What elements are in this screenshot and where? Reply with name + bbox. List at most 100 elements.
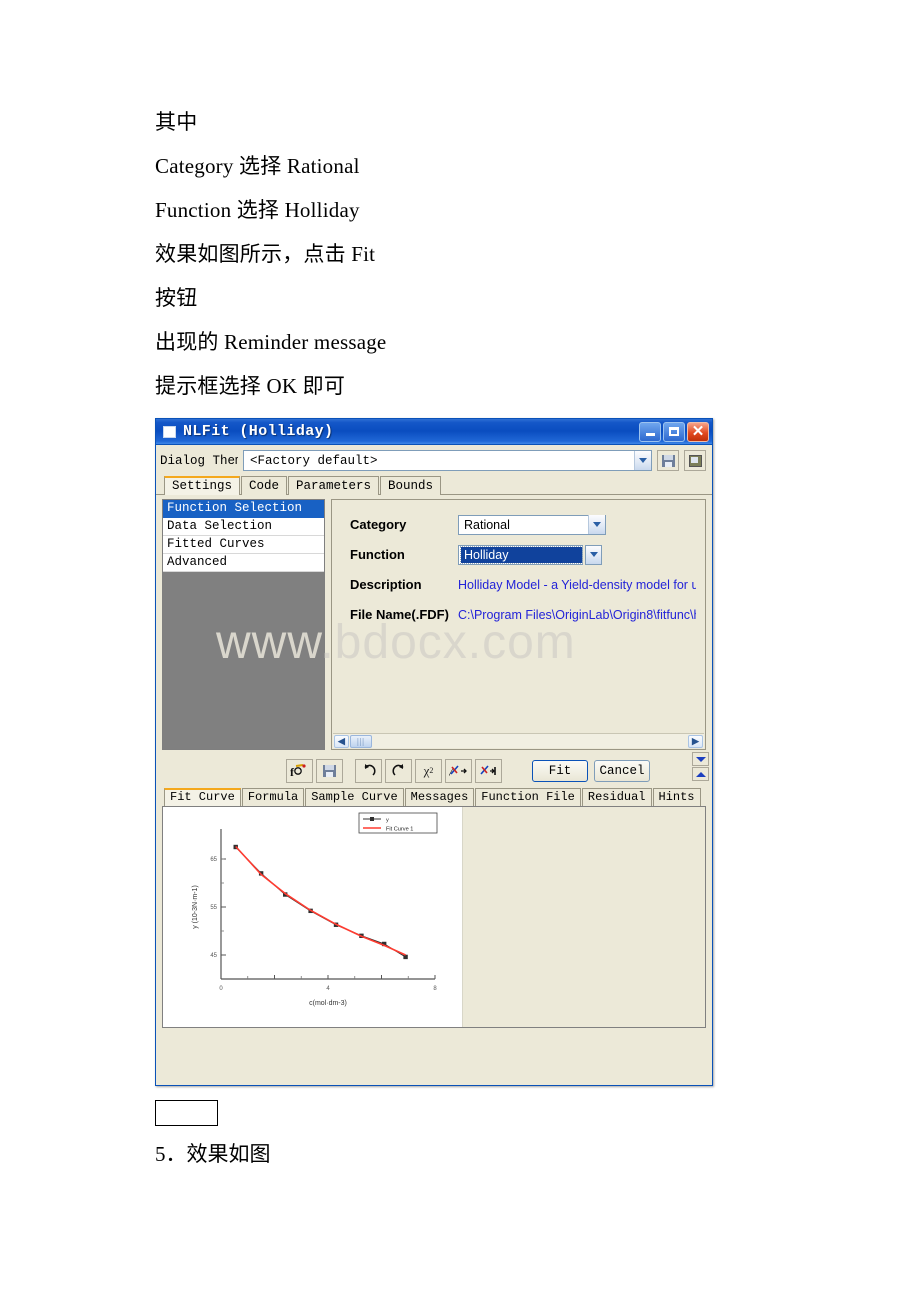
- filename-label: File Name(.FDF): [350, 607, 449, 622]
- tab-bounds[interactable]: Bounds: [380, 476, 442, 495]
- save-theme-as-button[interactable]: [684, 450, 706, 471]
- form-horizontal-scrollbar[interactable]: ◀ ||| ▶: [333, 733, 704, 748]
- undo-icon[interactable]: [355, 758, 382, 783]
- fit-tools-group: χ2 /: [355, 758, 502, 783]
- cancel-button[interactable]: Cancel: [594, 759, 650, 782]
- spinner-up-icon: [695, 771, 706, 777]
- tab-function-file[interactable]: Function File: [475, 788, 581, 806]
- one-iteration-icon[interactable]: /: [445, 758, 472, 783]
- chi-square-icon[interactable]: χ2: [415, 758, 442, 783]
- svg-text:4: 4: [326, 986, 330, 992]
- doc-line: Category 选择 Rational: [155, 154, 360, 178]
- tree-item-function-selection[interactable]: Function Selection: [163, 500, 324, 518]
- svg-text:Fit Curve 1: Fit Curve 1: [386, 826, 413, 832]
- tab-hints[interactable]: Hints: [652, 788, 701, 806]
- dialog-theme-combo[interactable]: <Factory default>: [243, 450, 652, 471]
- window-controls: ✕: [639, 421, 709, 442]
- save-icon: [661, 454, 675, 467]
- chevron-down-icon[interactable]: [588, 515, 605, 534]
- save-as-icon: [688, 454, 702, 467]
- doc-line: 效果如图所示，点击 Fit: [155, 242, 376, 266]
- filename-value: C:\Program Files\OriginLab\Origin8\fitfu…: [458, 607, 696, 622]
- chevron-right-icon[interactable]: ▶: [688, 734, 703, 748]
- panel-spinner-buttons: [692, 752, 709, 781]
- minimize-icon: [645, 433, 655, 436]
- nlfit-dialog-window: NLFit (Holliday) ✕ Dialog Theme <Factory…: [155, 418, 713, 1086]
- tab-sample-curve[interactable]: Sample Curve: [305, 788, 404, 806]
- scrollbar-thumb[interactable]: |||: [350, 734, 372, 748]
- svg-text:y: y: [386, 817, 389, 823]
- redo-icon[interactable]: [385, 758, 412, 783]
- close-button[interactable]: ✕: [687, 421, 709, 442]
- filename-row: File Name(.FDF) C:\Program Files\OriginL…: [350, 604, 705, 625]
- scrollbar-track[interactable]: [372, 735, 687, 748]
- svg-text:45: 45: [210, 953, 217, 959]
- tree-item-data-selection[interactable]: Data Selection: [163, 518, 324, 536]
- doc-line: 按钮: [155, 286, 198, 310]
- category-select[interactable]: Rational: [458, 514, 606, 535]
- description-label: Description: [350, 577, 422, 592]
- chevron-down-icon[interactable]: [585, 544, 602, 565]
- fit-until-converged-icon[interactable]: [475, 758, 502, 783]
- close-icon: ✕: [691, 422, 705, 440]
- maximize-icon: [669, 427, 679, 436]
- svg-text:55: 55: [210, 905, 217, 911]
- tab-code[interactable]: Code: [241, 476, 288, 495]
- category-row: Category Rational: [350, 514, 705, 535]
- description-value: Holliday Model - a Yield-density model f…: [458, 577, 696, 592]
- spinner-down-button[interactable]: [692, 752, 709, 766]
- function-selection-form: Category Rational Function Holliday Desc…: [331, 499, 706, 750]
- app-icon: [163, 425, 176, 438]
- fit-curve-chart: 0 4 8 45 55 65 c(mol·dm-3) y (10-3N·m-1) y Fit Cu…: [163, 807, 463, 1027]
- dialog-action-buttons: Fit Cancel: [532, 759, 650, 782]
- file-tools-group: f: [286, 758, 343, 783]
- dialog-theme-row: Dialog Theme <Factory default>: [156, 445, 712, 474]
- title-bar[interactable]: NLFit (Holliday) ✕: [156, 419, 712, 445]
- save-fit-icon[interactable]: [316, 758, 343, 783]
- action-toolbar: f χ2 / Fit Cancel: [156, 750, 712, 786]
- settings-body: Function Selection Data Selection Fitted…: [156, 495, 712, 750]
- window-title: NLFit (Holliday): [183, 423, 334, 440]
- document-text-block: 其中 Category 选择 Rational Function 选择 Holl…: [155, 100, 715, 408]
- dialog-theme-value: <Factory default>: [250, 453, 378, 468]
- dialog-theme-label: Dialog Theme: [160, 453, 238, 468]
- doc-line: 其中: [155, 110, 198, 134]
- svg-text:c(mol·dm-3): c(mol·dm-3): [309, 1000, 347, 1007]
- svg-text:f: f: [290, 765, 295, 779]
- minimize-button[interactable]: [639, 421, 661, 442]
- tree-item-advanced[interactable]: Advanced: [163, 554, 324, 572]
- svg-text:0: 0: [219, 986, 223, 992]
- function-select[interactable]: Holliday: [458, 544, 583, 565]
- chevron-down-icon[interactable]: [634, 451, 651, 470]
- doc-line: 出现的 Reminder message: [155, 330, 387, 354]
- tab-parameters[interactable]: Parameters: [288, 476, 380, 495]
- category-value: Rational: [464, 517, 510, 532]
- save-glyph-icon: [323, 764, 336, 777]
- empty-placeholder-box: [155, 1100, 218, 1126]
- fit-button[interactable]: Fit: [532, 759, 588, 782]
- maximize-button[interactable]: [663, 421, 685, 442]
- save-theme-button[interactable]: [657, 450, 679, 471]
- svg-text:8: 8: [433, 986, 437, 992]
- tab-fit-curve[interactable]: Fit Curve: [164, 788, 241, 806]
- chevron-left-icon[interactable]: ◀: [334, 734, 349, 748]
- settings-tab-row: Settings Code Parameters Bounds: [156, 474, 712, 495]
- settings-tree-panel: Function Selection Data Selection Fitted…: [162, 499, 325, 750]
- tab-formula[interactable]: Formula: [241, 788, 305, 806]
- tab-residual[interactable]: Residual: [581, 788, 652, 806]
- svg-text:y (10-3N·m-1): y (10-3N·m-1): [192, 885, 199, 929]
- doc-line: 提示框选择 OK 即可: [155, 374, 346, 398]
- fit-curve-plot: 0 4 8 45 55 65 c(mol·dm-3) y (10-3N·m-1) y Fit Cu…: [192, 812, 438, 1007]
- function-row: Function Holliday: [350, 544, 705, 565]
- function-value: Holliday: [460, 545, 583, 564]
- fit-curve-panel: 0 4 8 45 55 65 c(mol·dm-3) y (10-3N·m-1) y Fit Cu…: [162, 806, 706, 1028]
- tab-messages[interactable]: Messages: [404, 788, 475, 806]
- tree-item-fitted-curves[interactable]: Fitted Curves: [163, 536, 324, 554]
- doc-line: Function 选择 Holliday: [155, 198, 360, 222]
- final-caption: 5．效果如图: [155, 1142, 271, 1166]
- category-label: Category: [350, 517, 407, 532]
- function-organizer-icon[interactable]: f: [286, 758, 313, 783]
- tab-settings[interactable]: Settings: [164, 476, 241, 495]
- function-label: Function: [350, 547, 405, 562]
- spinner-up-button[interactable]: [692, 767, 709, 781]
